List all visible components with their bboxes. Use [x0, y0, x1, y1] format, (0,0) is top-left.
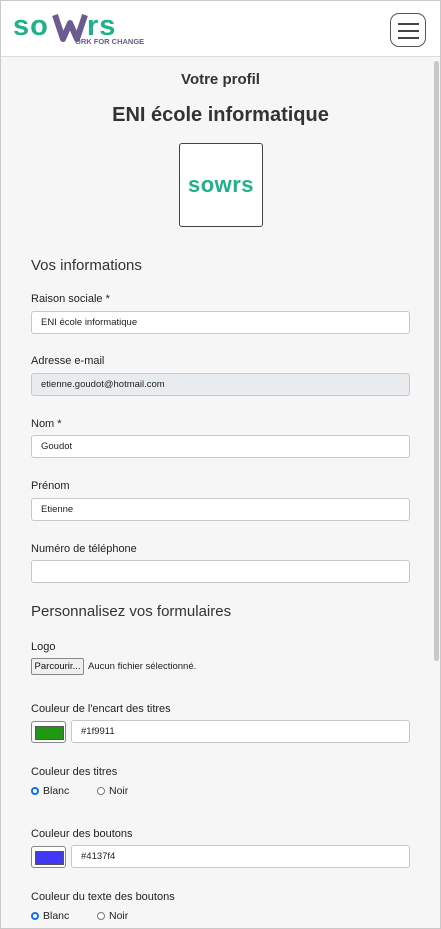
brand-tagline: ORK FOR CHANGE	[75, 37, 144, 46]
sowrs-logo-icon: sowrs	[188, 172, 254, 197]
menu-line-icon	[398, 30, 419, 32]
section-title-forms: Personnalisez vos formulaires	[31, 603, 232, 620]
svg-text:so: so	[13, 10, 49, 42]
title-box-color-input[interactable]: #1f9911	[71, 720, 410, 743]
app-frame: so rs ORK FOR CHANGE Votre profil ENI éc…	[0, 0, 441, 929]
title-box-color-label: Couleur de l'encart des titres	[31, 703, 171, 715]
scrollbar[interactable]	[434, 61, 439, 661]
menu-toggle-button[interactable]	[390, 13, 426, 47]
svg-text:sowrs: sowrs	[188, 172, 254, 197]
menu-line-icon	[398, 23, 419, 25]
sowrs-logo-icon: so rs ORK FOR CHANGE	[13, 10, 144, 46]
radio-checked-icon	[31, 912, 39, 920]
prenom-input[interactable]: Etienne	[31, 498, 410, 521]
phone-label: Numéro de téléphone	[31, 543, 137, 555]
radio-unchecked-icon	[97, 787, 105, 795]
radio-button-text-noir[interactable]: Noir	[97, 910, 147, 923]
radio-unchecked-icon	[97, 912, 105, 920]
browse-file-button[interactable]: Parcourir...	[31, 658, 84, 675]
nom-label: Nom *	[31, 418, 62, 430]
prenom-label: Prénom	[31, 480, 70, 492]
radio-checked-icon	[31, 787, 39, 795]
organization-logo: sowrs	[179, 143, 263, 227]
color-swatch-blue	[35, 851, 64, 865]
radio-title-noir[interactable]: Noir	[97, 785, 147, 798]
page-title: Votre profil	[181, 71, 260, 88]
raison-sociale-input[interactable]: ENI école informatique	[31, 311, 410, 334]
menu-line-icon	[398, 37, 419, 39]
nom-input[interactable]: Goudot	[31, 435, 410, 458]
title-box-color-picker[interactable]	[31, 721, 66, 743]
email-label: Adresse e-mail	[31, 355, 105, 367]
button-color-label: Couleur des boutons	[31, 828, 133, 840]
radio-title-blanc[interactable]: Blanc	[31, 785, 81, 798]
navbar: so rs ORK FOR CHANGE	[1, 1, 440, 57]
organization-name: ENI école informatique	[112, 104, 329, 126]
file-status-text: Aucun fichier sélectionné.	[88, 661, 197, 672]
button-color-picker[interactable]	[31, 846, 66, 868]
button-color-input[interactable]: #4137f4	[71, 845, 410, 868]
section-title-info: Vos informations	[31, 257, 142, 274]
raison-sociale-label: Raison sociale *	[31, 293, 110, 305]
phone-input[interactable]	[31, 560, 410, 583]
email-field: etienne.goudot@hotmail.com	[31, 373, 410, 396]
color-swatch-green	[35, 726, 64, 740]
button-text-color-label: Couleur du texte des boutons	[31, 891, 175, 903]
logo-label: Logo	[31, 641, 56, 653]
radio-button-text-blanc[interactable]: Blanc	[31, 910, 81, 923]
title-color-label: Couleur des titres	[31, 766, 118, 778]
brand-logo[interactable]: so rs ORK FOR CHANGE	[13, 9, 153, 52]
